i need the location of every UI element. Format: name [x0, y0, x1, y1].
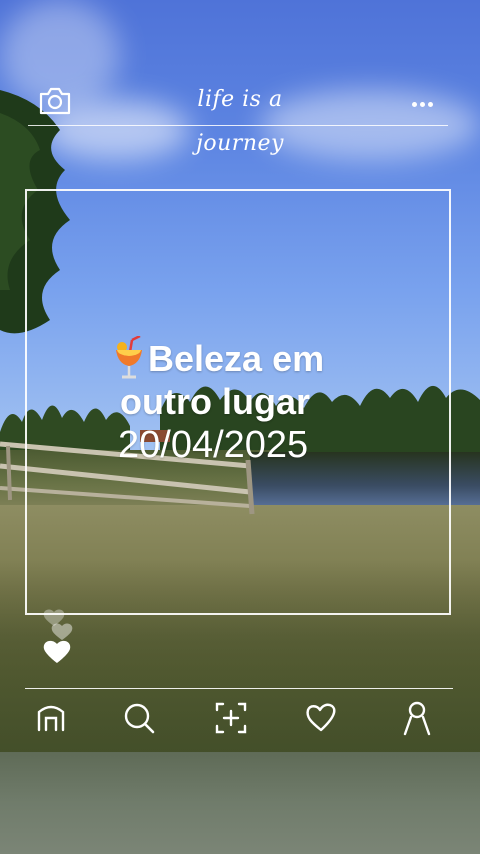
home-icon[interactable]: [31, 698, 71, 738]
caption-title-part-1: Beleza em: [148, 338, 325, 379]
story-screen: life is a journey Beleza em outro lugar …: [0, 0, 480, 854]
heart-icon[interactable]: [301, 698, 341, 738]
heart-like-icon[interactable]: [36, 608, 86, 668]
post-caption: Beleza em outro lugar 20/04/2025: [110, 336, 410, 468]
caption-date: 20/04/2025: [118, 424, 309, 466]
tropical-drink-icon: [116, 336, 142, 379]
bottom-blur: [0, 752, 480, 854]
add-photo-icon[interactable]: [211, 698, 251, 738]
caption-title-part-2: outro lugar: [120, 381, 310, 422]
camera-icon[interactable]: [38, 86, 72, 116]
caption-line-1: Beleza em: [110, 336, 410, 382]
nav-divider: [25, 688, 453, 689]
app-title: life is a journey: [196, 87, 284, 156]
header-divider: [28, 125, 448, 126]
search-icon[interactable]: [119, 698, 159, 738]
profile-icon[interactable]: [397, 698, 437, 738]
bottom-nav: [25, 692, 453, 742]
more-dots-icon[interactable]: [412, 92, 444, 112]
